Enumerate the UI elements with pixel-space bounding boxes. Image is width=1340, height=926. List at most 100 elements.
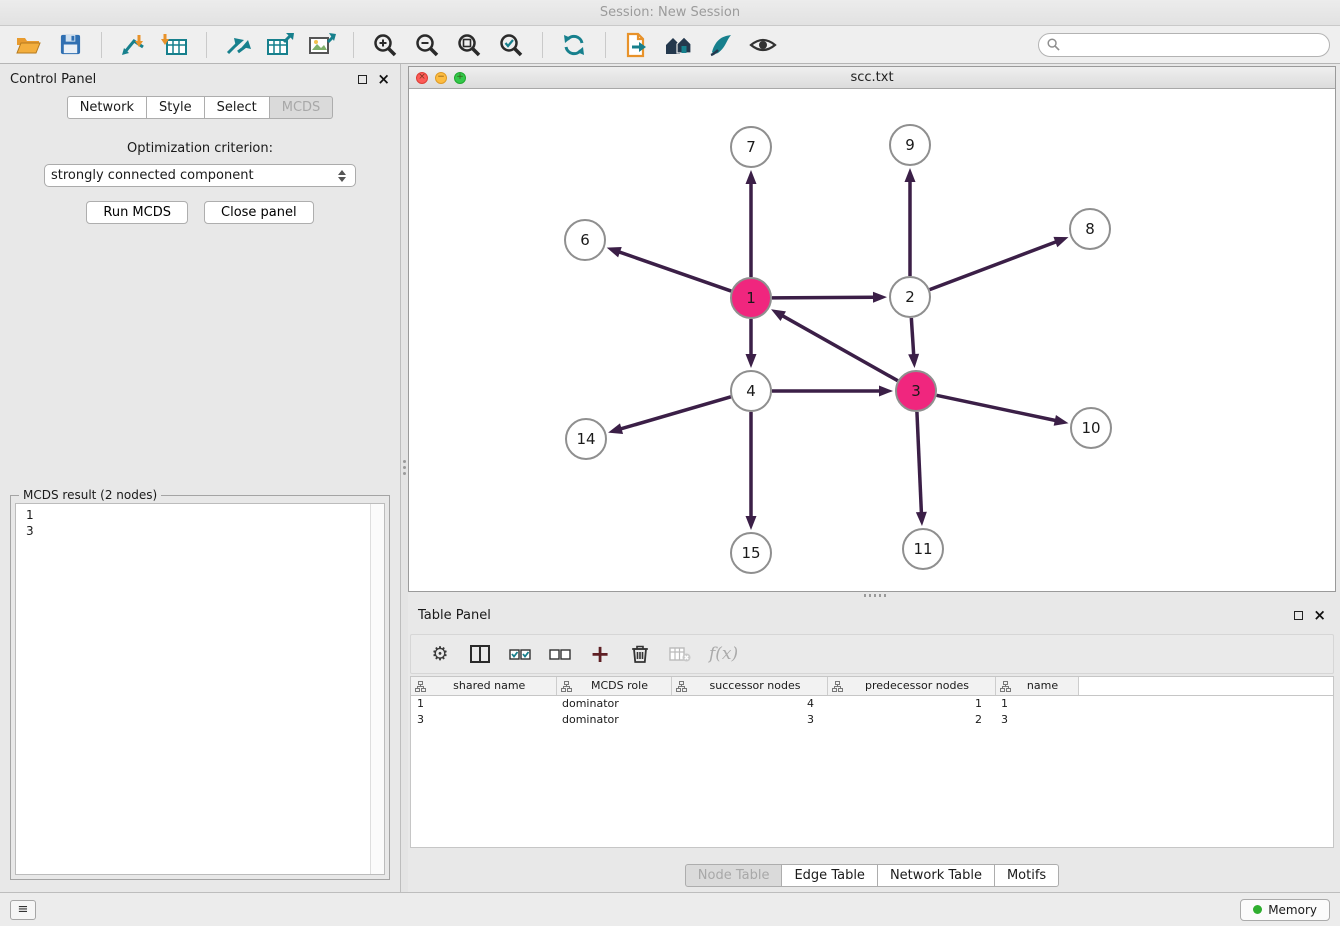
table-cell: 2 xyxy=(827,711,995,727)
tab-mcds[interactable]: MCDS xyxy=(269,96,334,119)
graph-node-7[interactable]: 7 xyxy=(731,127,771,167)
run-mcds-button[interactable]: Run MCDS xyxy=(86,201,188,224)
deselect-all-columns-icon[interactable] xyxy=(549,642,571,666)
select-all-columns-icon[interactable] xyxy=(509,642,531,666)
control-panel-header: Control Panel × xyxy=(0,64,400,94)
graph-node-8[interactable]: 8 xyxy=(1070,209,1110,249)
graph-edge-2-3[interactable] xyxy=(908,318,919,368)
memory-button[interactable]: Memory xyxy=(1240,899,1330,921)
table-cell: dominator xyxy=(556,695,671,711)
optimization-criterion-label: Optimization criterion: xyxy=(0,141,400,156)
task-history-icon[interactable]: ≡ xyxy=(10,900,36,920)
search-field[interactable] xyxy=(1038,33,1330,57)
column-header-name[interactable]: name xyxy=(995,677,1078,695)
save-session-icon[interactable] xyxy=(52,29,88,61)
chevron-updown-icon xyxy=(335,170,349,182)
graph-node-10[interactable]: 10 xyxy=(1071,408,1111,448)
function-builder-icon: f(x) xyxy=(709,642,738,666)
svg-text:6: 6 xyxy=(580,231,590,249)
export-network-icon[interactable] xyxy=(220,29,256,61)
table-panel: Table Panel × ⚙ + f(x) xyxy=(408,600,1336,892)
graph-node-6[interactable]: 6 xyxy=(565,220,605,260)
graph-node-15[interactable]: 15 xyxy=(731,533,771,573)
export-table-icon[interactable] xyxy=(262,29,298,61)
tab-motifs[interactable]: Motifs xyxy=(994,864,1059,887)
zoom-selected-icon[interactable] xyxy=(493,29,529,61)
graph-node-3[interactable]: 3 xyxy=(896,371,936,411)
zoom-in-icon[interactable] xyxy=(367,29,403,61)
svg-text:15: 15 xyxy=(741,544,760,562)
zoom-fit-icon[interactable] xyxy=(451,29,487,61)
table-settings-icon[interactable]: ⚙ xyxy=(429,642,451,666)
graph-edge-4-14[interactable] xyxy=(608,397,731,434)
table-cell: 1 xyxy=(411,695,556,711)
graph-edge-3-10[interactable] xyxy=(937,395,1069,425)
column-header-predecessor-nodes[interactable]: predecessor nodes xyxy=(827,677,995,695)
mcds-result-title: MCDS result (2 nodes) xyxy=(19,488,161,502)
toolbar-separator xyxy=(101,32,102,58)
tab-node-table[interactable]: Node Table xyxy=(685,864,783,887)
main-toolbar xyxy=(0,26,1340,64)
graph-edge-4-3[interactable] xyxy=(772,386,893,397)
graph-edge-4-15[interactable] xyxy=(746,412,757,530)
column-header-filler xyxy=(1078,677,1333,695)
import-table-icon[interactable] xyxy=(157,29,193,61)
close-panel-icon[interactable]: × xyxy=(377,72,390,87)
delete-column-icon[interactable] xyxy=(629,642,651,666)
tab-network-table[interactable]: Network Table xyxy=(877,864,995,887)
graph-edge-3-11[interactable] xyxy=(916,412,927,526)
close-table-panel-icon[interactable]: × xyxy=(1313,608,1326,623)
graph-edge-2-8[interactable] xyxy=(930,237,1069,290)
mcds-result-line: 3 xyxy=(26,523,374,539)
table-cell-filler xyxy=(1078,711,1333,727)
import-network-icon[interactable] xyxy=(115,29,151,61)
tab-network[interactable]: Network xyxy=(67,96,147,119)
graph-edge-1-7[interactable] xyxy=(746,170,757,277)
float-table-panel-icon[interactable] xyxy=(1294,611,1303,620)
graph-node-1[interactable]: 1 xyxy=(731,278,771,318)
eye-icon[interactable] xyxy=(745,29,781,61)
search-input[interactable] xyxy=(1065,35,1329,55)
graph-edge-1-4[interactable] xyxy=(746,319,757,368)
tab-edge-table[interactable]: Edge Table xyxy=(781,864,877,887)
app-titlebar: Session: New Session xyxy=(0,0,1340,26)
diffusion-icon[interactable] xyxy=(703,29,739,61)
tab-select[interactable]: Select xyxy=(204,96,270,119)
horizontal-splitter-handle[interactable] xyxy=(864,594,886,597)
export-image-icon[interactable] xyxy=(304,29,340,61)
column-header-successor-nodes[interactable]: successor nodes xyxy=(671,677,827,695)
share-document-icon[interactable] xyxy=(619,29,655,61)
column-header-shared-name[interactable]: shared name xyxy=(411,677,556,695)
refresh-view-icon[interactable] xyxy=(556,29,592,61)
network-view-window: scc.txt × − + 7 9 6 8 1 2 4 3 10 14 15 11 xyxy=(408,66,1336,592)
criterion-dropdown[interactable]: strongly connected component xyxy=(44,164,356,187)
ndex-home-icon[interactable] xyxy=(661,29,697,61)
delete-table-icon-disabled xyxy=(669,642,691,666)
graph-node-2[interactable]: 2 xyxy=(890,277,930,317)
table-row[interactable]: 3dominator323 xyxy=(411,711,1333,727)
graph-edge-1-6[interactable] xyxy=(607,247,731,291)
graph-node-14[interactable]: 14 xyxy=(566,419,606,459)
result-scrollbar[interactable] xyxy=(370,504,384,874)
network-window-titlebar[interactable]: scc.txt × − + xyxy=(409,67,1335,89)
zoom-out-icon[interactable] xyxy=(409,29,445,61)
table-cell: 1 xyxy=(995,695,1078,711)
graph-node-4[interactable]: 4 xyxy=(731,371,771,411)
float-panel-icon[interactable] xyxy=(358,75,367,84)
create-column-icon[interactable]: + xyxy=(589,642,611,666)
table-row[interactable]: 1dominator411 xyxy=(411,695,1333,711)
graph-edge-1-2[interactable] xyxy=(772,292,887,303)
graph-edge-3-1[interactable] xyxy=(771,309,898,380)
graph-node-9[interactable]: 9 xyxy=(890,125,930,165)
show-columns-icon[interactable] xyxy=(469,642,491,666)
column-header-mcds-role[interactable]: MCDS role xyxy=(556,677,671,695)
close-panel-button[interactable]: Close panel xyxy=(204,201,314,224)
svg-text:11: 11 xyxy=(913,540,932,558)
vertical-splitter[interactable] xyxy=(401,64,408,892)
graph-edge-2-9[interactable] xyxy=(905,168,916,276)
mcds-result-list[interactable]: 1 3 xyxy=(15,503,385,875)
tab-style[interactable]: Style xyxy=(146,96,205,119)
open-session-icon[interactable] xyxy=(10,29,46,61)
graph-node-11[interactable]: 11 xyxy=(903,529,943,569)
network-graph-canvas[interactable]: 7 9 6 8 1 2 4 3 10 14 15 11 xyxy=(409,89,1335,591)
